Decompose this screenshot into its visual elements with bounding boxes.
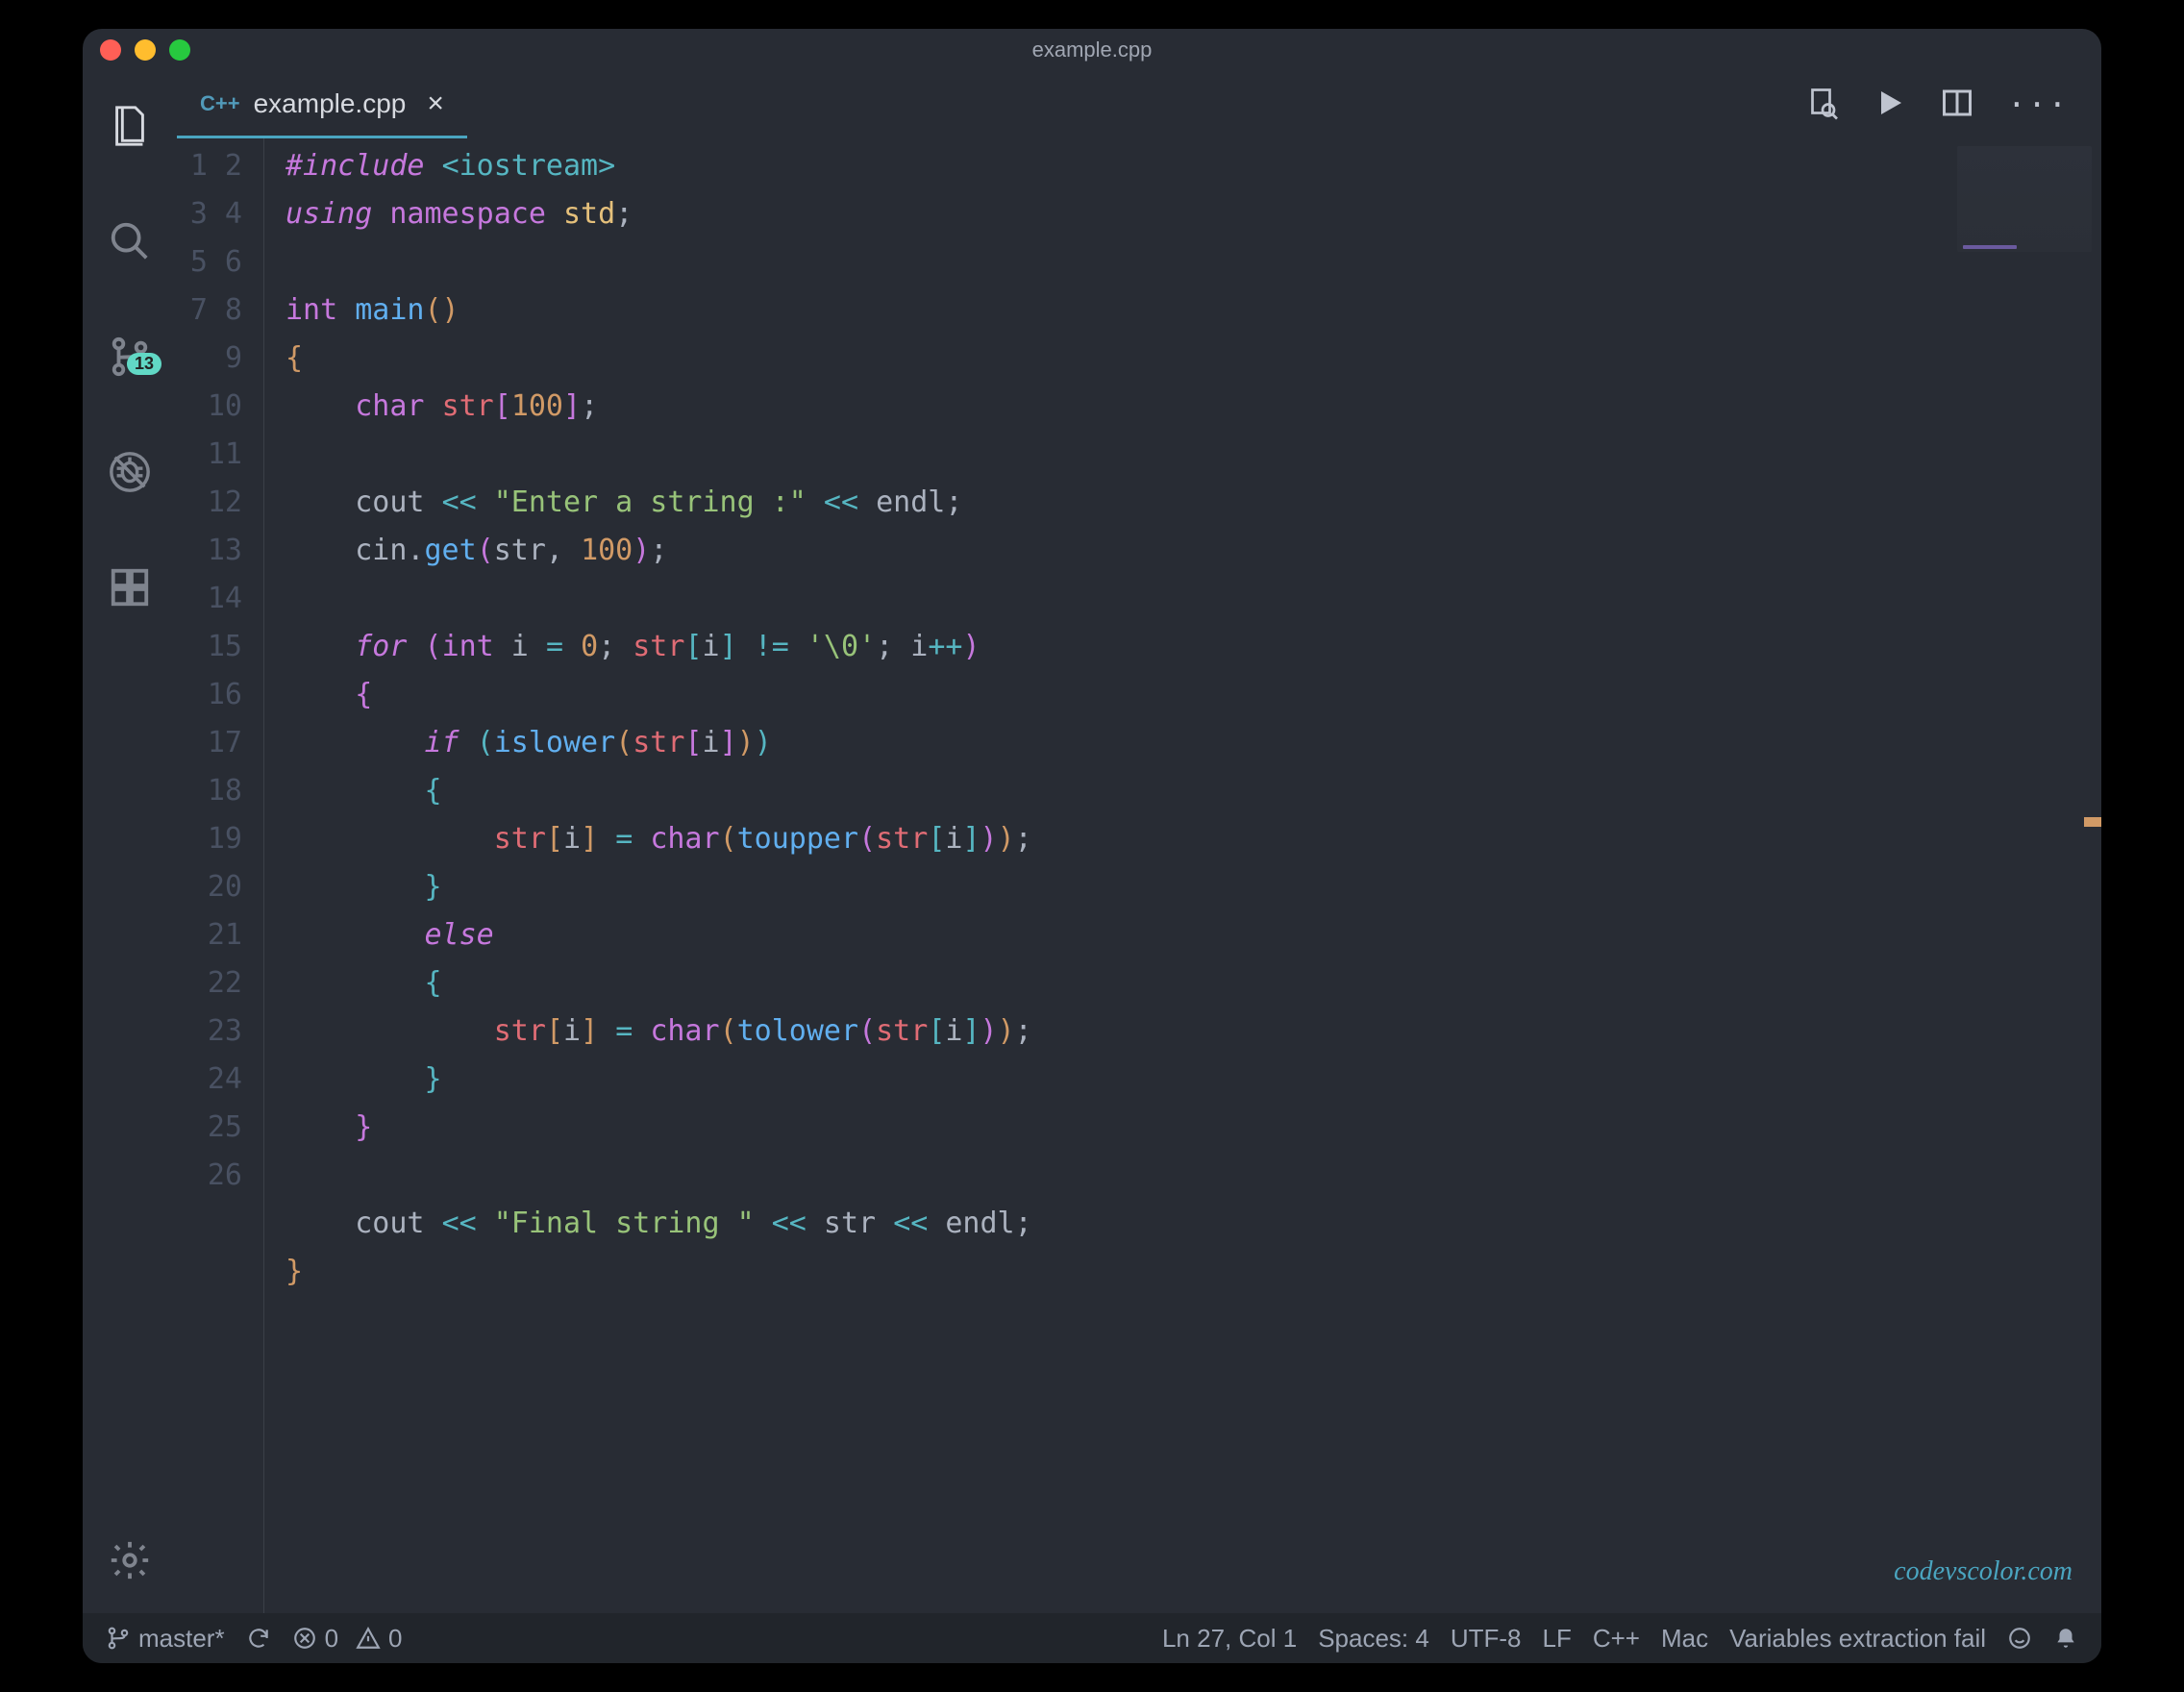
find-in-file-icon[interactable] [1805, 86, 1840, 124]
notifications-bell-icon[interactable] [2053, 1626, 2078, 1651]
code-editor[interactable]: 1 2 3 4 5 6 7 8 9 10 11 12 13 14 15 16 1… [177, 138, 2101, 1613]
problems-status[interactable]: 0 0 [292, 1624, 403, 1654]
scm-badge: 13 [127, 353, 161, 375]
source-control-icon[interactable]: 13 [104, 323, 156, 390]
app-window: example.cpp 13 [83, 29, 2101, 1663]
code-content[interactable]: #include <iostream> using namespace std;… [263, 138, 2101, 1613]
explorer-icon[interactable] [104, 92, 156, 160]
sync-icon[interactable] [246, 1626, 271, 1651]
watermark: codevscolor.com [1894, 1548, 2072, 1596]
more-actions-icon[interactable]: ··· [2007, 87, 2069, 123]
language-mode-status[interactable]: C++ [1593, 1624, 1640, 1654]
cursor-position-status[interactable]: Ln 27, Col 1 [1162, 1624, 1297, 1654]
tab-bar: C++ example.cpp × ··· [177, 71, 2101, 138]
line-number-gutter: 1 2 3 4 5 6 7 8 9 10 11 12 13 14 15 16 1… [177, 138, 263, 1613]
overview-ruler-mark [2084, 817, 2101, 827]
editor-area: C++ example.cpp × ··· [177, 71, 2101, 1613]
cpp-file-icon: C++ [200, 91, 240, 116]
os-status[interactable]: Mac [1661, 1624, 1708, 1654]
traffic-lights [100, 39, 190, 61]
split-editor-icon[interactable] [1940, 86, 1974, 124]
run-icon[interactable] [1873, 86, 1907, 124]
tab-filename: example.cpp [254, 88, 407, 119]
git-branch-status[interactable]: master* [106, 1624, 225, 1654]
encoding-status[interactable]: UTF-8 [1451, 1624, 1522, 1654]
feedback-smiley-icon[interactable] [2007, 1626, 2032, 1651]
window-zoom-button[interactable] [169, 39, 190, 61]
activity-bar: 13 [83, 71, 177, 1613]
minimap[interactable] [1957, 146, 2092, 252]
tab-close-icon[interactable]: × [427, 87, 444, 120]
window-close-button[interactable] [100, 39, 121, 61]
status-bar: master* 0 0 Ln 27, Col 1 Spaces: 4 UTF-8… [83, 1613, 2101, 1663]
editor-actions: ··· [1773, 71, 2101, 138]
debug-disabled-icon[interactable] [104, 438, 156, 506]
search-icon[interactable] [104, 208, 156, 275]
extension-status[interactable]: Variables extraction fail [1729, 1624, 1986, 1654]
indentation-status[interactable]: Spaces: 4 [1318, 1624, 1429, 1654]
titlebar: example.cpp [83, 29, 2101, 71]
eol-status[interactable]: LF [1543, 1624, 1572, 1654]
tab-example-cpp[interactable]: C++ example.cpp × [177, 71, 467, 138]
window-title: example.cpp [83, 37, 2101, 62]
extensions-icon[interactable] [104, 554, 156, 621]
window-minimize-button[interactable] [135, 39, 156, 61]
settings-gear-icon[interactable] [104, 1527, 156, 1594]
